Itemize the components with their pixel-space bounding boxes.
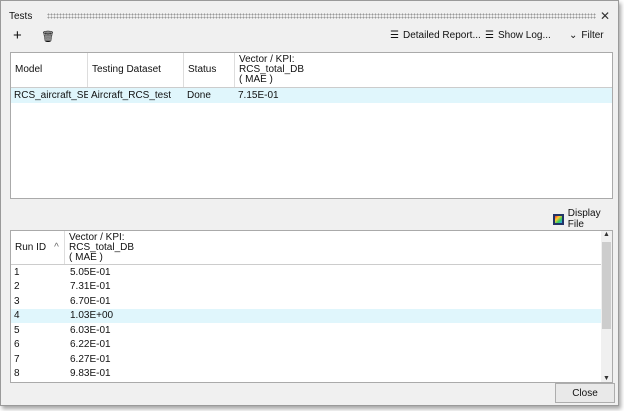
- table-row[interactable]: 2 7.31E-01: [11, 280, 601, 295]
- list-icon: ☰: [390, 30, 399, 41]
- cell-run-id: 2: [14, 281, 20, 293]
- display-file-label: Display File: [567, 208, 601, 230]
- table-row[interactable]: 3 6.70E-01: [11, 294, 601, 309]
- cell-kpi: 1.03E+00: [70, 310, 114, 322]
- close-icon[interactable]: ✕: [600, 9, 610, 23]
- double-chevron-down-icon: ⌄: [569, 30, 578, 41]
- table-row[interactable]: 5 6.03E-01: [11, 323, 601, 338]
- plus-icon: +: [13, 27, 22, 44]
- display-file-icon: [553, 213, 564, 225]
- cell-run-id: 4: [14, 310, 20, 322]
- cell-kpi: 6.22E-01: [70, 339, 111, 351]
- col-kpi[interactable]: Vector / KPI: RCS_total_DB ( MAE ): [65, 231, 465, 264]
- col-model[interactable]: Model: [11, 53, 88, 87]
- scroll-up-icon[interactable]: ▲: [601, 231, 612, 238]
- table-row[interactable]: RCS_aircraft_SER Aircraft_RCS_test Done …: [11, 88, 612, 103]
- cell-run-id: 8: [14, 368, 20, 380]
- delete-button[interactable]: 🗑: [41, 30, 55, 43]
- tests-table: Model Testing Dataset Status Vector / KP…: [10, 52, 613, 199]
- table-row[interactable]: 8 9.83E-01: [11, 367, 601, 382]
- col-status[interactable]: Status: [184, 53, 235, 87]
- cell-kpi: 7.15E-01: [238, 89, 279, 101]
- col-testing-dataset[interactable]: Testing Dataset: [88, 53, 184, 87]
- col-kpi[interactable]: Vector / KPI: RCS_total_DB ( MAE ): [235, 53, 615, 87]
- detailed-report-button[interactable]: ☰ Detailed Report...: [390, 30, 481, 41]
- col-run-id[interactable]: Run ID ^: [11, 231, 65, 264]
- filter-label: Filter: [581, 30, 604, 41]
- tests-dialog: Tests ✕ + 🗑 ☰ Detailed Report... ☰ Show Lo…: [0, 0, 619, 406]
- runs-table: Run ID ^ Vector / KPI: RCS_total_DB ( MAE…: [10, 230, 613, 383]
- show-log-label: Show Log...: [497, 30, 551, 41]
- cell-kpi: 6.70E-01: [70, 295, 111, 307]
- cell-run-id: 1: [14, 266, 20, 278]
- scrollbar-thumb[interactable]: [602, 242, 611, 329]
- tests-table-header: Model Testing Dataset Status Vector / KP…: [11, 53, 612, 88]
- close-button[interactable]: Close: [555, 383, 615, 403]
- scrollbar[interactable]: ▲ ▼: [601, 231, 612, 382]
- list-icon: ☰: [485, 30, 494, 41]
- dialog-title: Tests: [9, 11, 33, 22]
- cell-run-id: 6: [14, 339, 20, 351]
- detailed-report-label: Detailed Report...: [402, 30, 481, 41]
- cell-kpi: 5.05E-01: [70, 266, 111, 278]
- sort-ascending-icon: ^: [54, 241, 59, 253]
- cell-run-id: 3: [14, 295, 20, 307]
- cell-kpi: 9.83E-01: [70, 368, 111, 380]
- add-button[interactable]: +: [13, 27, 22, 44]
- filter-button[interactable]: ⌄ Filter: [569, 30, 604, 41]
- cell-kpi: 6.27E-01: [70, 353, 111, 365]
- table-row[interactable]: 1 5.05E-01: [11, 265, 601, 280]
- scroll-down-icon[interactable]: ▼: [601, 375, 612, 382]
- col-run-id-label: Run ID: [15, 241, 47, 253]
- runs-table-header: Run ID ^ Vector / KPI: RCS_total_DB ( MAE…: [11, 231, 601, 265]
- drag-handle[interactable]: [47, 13, 596, 19]
- cell-kpi: 7.31E-01: [70, 281, 111, 293]
- cell-kpi: 6.03E-01: [70, 324, 111, 336]
- cell-status: Done: [187, 89, 211, 101]
- table-row[interactable]: 6 6.22E-01: [11, 338, 601, 353]
- cell-run-id: 7: [14, 353, 20, 365]
- cell-run-id: 5: [14, 324, 20, 336]
- show-log-button[interactable]: ☰ Show Log...: [485, 30, 551, 41]
- table-row[interactable]: 4 1.03E+00: [11, 308, 601, 323]
- cell-model: RCS_aircraft_SER: [14, 89, 88, 101]
- display-file-button[interactable]: Display File: [553, 208, 618, 230]
- trash-icon: 🗑: [41, 31, 55, 43]
- cell-dataset: Aircraft_RCS_test: [91, 89, 172, 101]
- table-row[interactable]: 7 6.27E-01: [11, 352, 601, 367]
